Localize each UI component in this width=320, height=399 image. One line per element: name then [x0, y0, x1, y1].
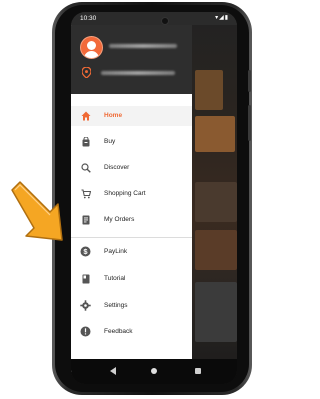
- background-image: [195, 116, 235, 152]
- menu-item-label: Shopping Cart: [104, 190, 146, 197]
- system-nav-bar: [71, 359, 237, 384]
- location-pin-icon: [82, 67, 91, 78]
- menu-item-label: Buy: [104, 138, 116, 145]
- status-time: 10:30: [80, 15, 97, 22]
- menu-item-label: PayLink: [104, 248, 128, 255]
- book-icon: [80, 273, 91, 284]
- home-button-icon[interactable]: [151, 368, 157, 374]
- search-icon: [80, 162, 91, 173]
- camera-icon: [161, 17, 169, 25]
- menu-item-discover[interactable]: Discover: [71, 158, 192, 178]
- menu-divider: [71, 237, 192, 238]
- avatar-head: [87, 41, 96, 50]
- exclamation-icon: [80, 326, 91, 337]
- menu-item-feedback[interactable]: Feedback: [71, 322, 192, 342]
- background-image: [195, 182, 237, 222]
- navigation-drawer: Home Buy Discover Shopping Cart My Order…: [71, 25, 192, 372]
- shopping-bag-icon: [80, 136, 91, 147]
- gear-icon: [80, 300, 91, 311]
- power-button: [248, 105, 251, 141]
- menu-item-home[interactable]: Home: [71, 106, 192, 126]
- menu-item-settings[interactable]: Settings: [71, 296, 192, 316]
- volume-button: [248, 70, 251, 92]
- menu-item-buy[interactable]: Buy: [71, 132, 192, 152]
- status-bar: 10:30 ▾◢▮: [71, 12, 237, 25]
- background-image: [195, 282, 237, 342]
- background-image: [195, 230, 237, 270]
- cart-icon: [80, 188, 91, 199]
- menu-item-shopping-cart[interactable]: Shopping Cart: [71, 184, 192, 204]
- home-icon: [80, 110, 91, 121]
- menu-item-label: Discover: [104, 164, 130, 171]
- background-image: [195, 70, 223, 110]
- menu-item-tutorial[interactable]: Tutorial: [71, 269, 192, 289]
- blurred-location: [101, 71, 175, 75]
- menu-item-label: Tutorial: [104, 275, 126, 282]
- menu-item-my-orders[interactable]: My Orders: [71, 210, 192, 230]
- menu-item-label: Settings: [104, 302, 128, 309]
- menu-item-label: My Orders: [104, 216, 135, 223]
- back-icon[interactable]: [110, 367, 116, 375]
- orders-icon: [80, 214, 91, 225]
- menu-item-label: Feedback: [104, 328, 133, 335]
- dollar-circle-icon: $: [80, 246, 91, 257]
- blurred-username: [109, 44, 177, 48]
- recent-apps-icon[interactable]: [195, 368, 201, 374]
- menu-item-paylink[interactable]: $ PayLink: [71, 242, 192, 262]
- phone-screen: 10:30 ▾◢▮ Home Buy Discover Shopping Car…: [71, 12, 237, 384]
- drawer-header: [71, 25, 192, 94]
- avatar-body: [84, 51, 99, 58]
- pointer-arrow-icon: [11, 181, 63, 241]
- menu-item-label: Home: [104, 112, 123, 119]
- status-icons: ▾◢▮: [215, 15, 229, 21]
- avatar[interactable]: [80, 36, 103, 59]
